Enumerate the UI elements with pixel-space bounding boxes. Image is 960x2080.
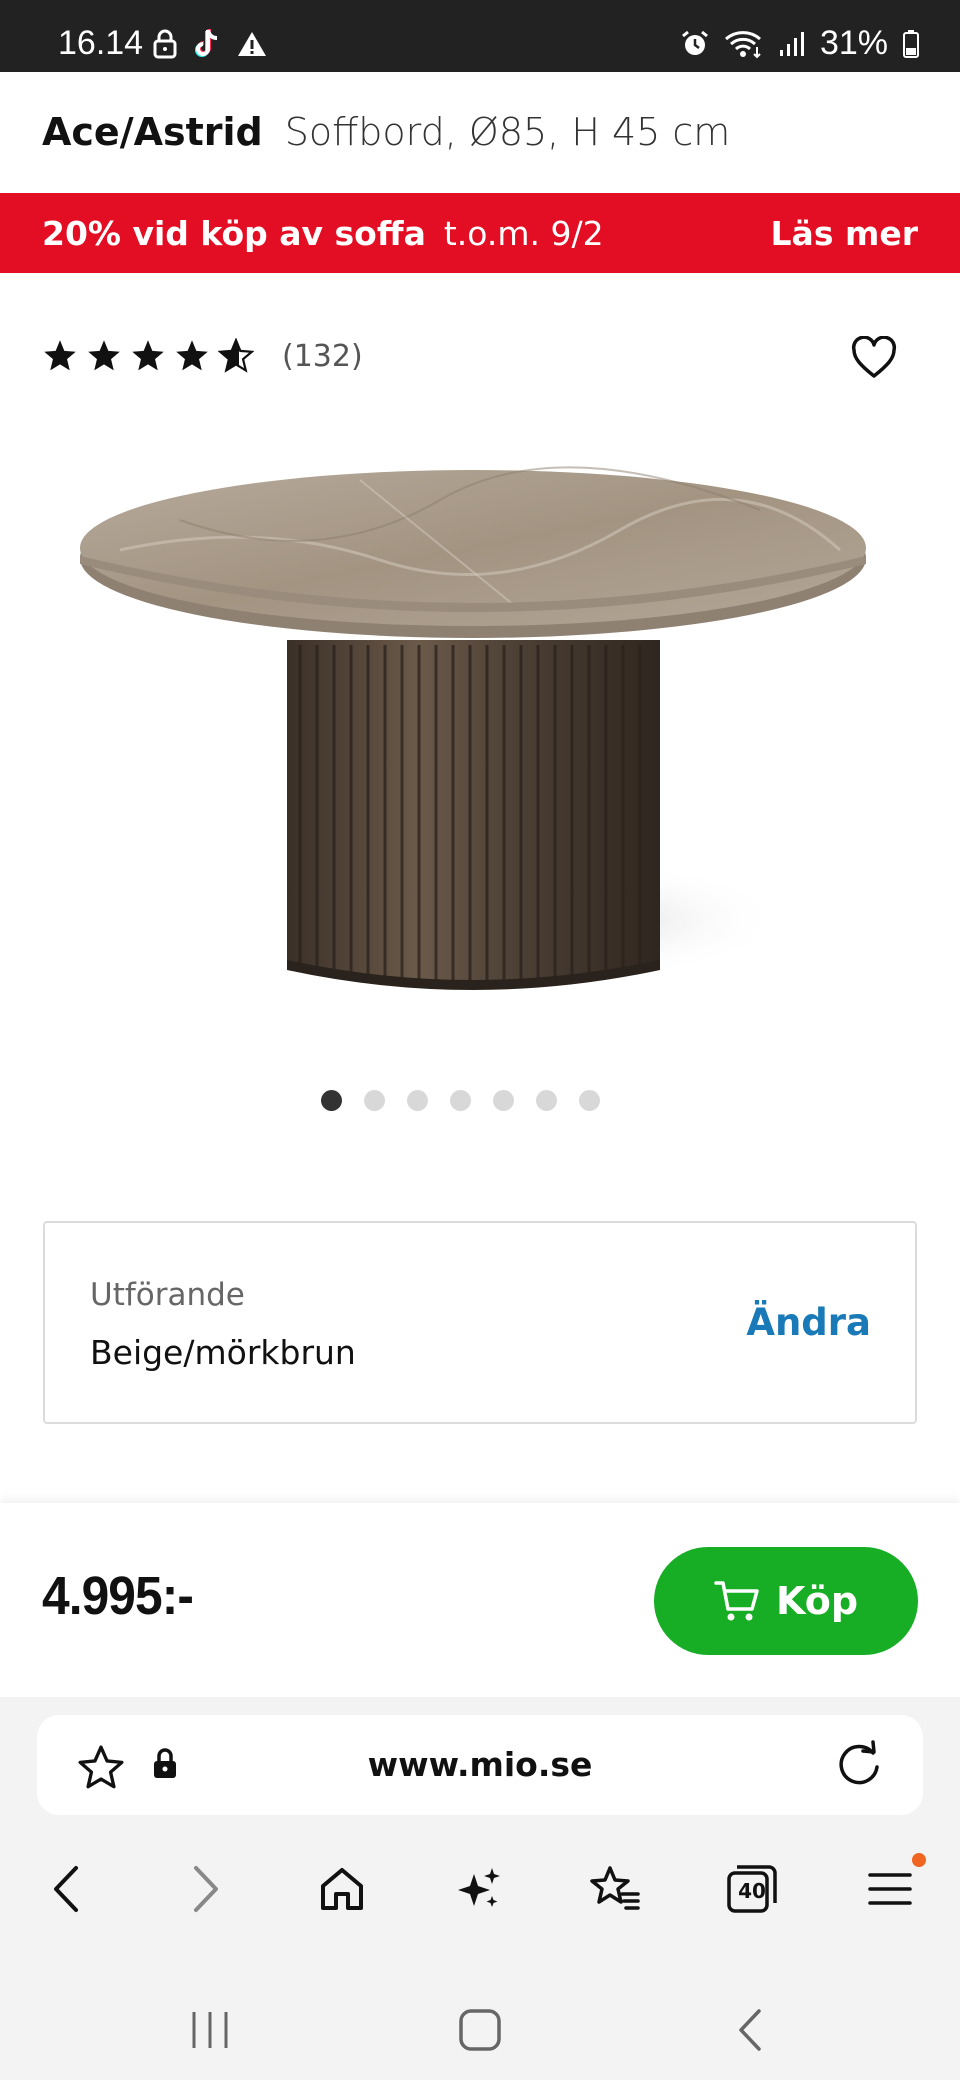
recent-apps-button[interactable] <box>180 2000 240 2060</box>
battery-percent: 31% <box>819 24 888 62</box>
cart-icon <box>714 1581 759 1621</box>
star-full-icon <box>88 340 120 371</box>
browser-chrome: www.mio.se 40 <box>0 1697 960 2080</box>
carousel-dot[interactable] <box>535 1090 557 1111</box>
image-carousel-dots <box>0 1090 960 1111</box>
bookmarks-icon <box>590 1866 640 1910</box>
status-time: 16.14 <box>58 24 144 62</box>
wishlist-button[interactable] <box>850 335 898 380</box>
carousel-dot[interactable] <box>320 1090 342 1111</box>
signal-icon <box>779 31 804 56</box>
buy-label: Köp <box>775 1579 859 1623</box>
buy-button[interactable]: Köp <box>654 1547 918 1655</box>
sparkle-icon <box>458 1868 500 1907</box>
forward-button[interactable] <box>176 1859 236 1919</box>
carousel-dot[interactable] <box>406 1090 428 1111</box>
home-system-button[interactable] <box>450 2000 510 2060</box>
star-full-icon <box>176 340 208 371</box>
review-count[interactable]: (132) <box>282 339 363 374</box>
star-half-icon <box>218 338 254 373</box>
carousel-dot[interactable] <box>363 1090 385 1111</box>
purchase-bar: 4.995:- Köp <box>0 1503 960 1697</box>
star-full-icon <box>44 340 76 371</box>
battery-icon <box>903 29 919 58</box>
home-square-icon <box>459 2009 501 2051</box>
promo-date: t.o.m. 9/2 <box>443 213 604 253</box>
status-right: 31% <box>680 24 920 63</box>
menu-button[interactable] <box>860 1853 926 1919</box>
promo-read-more-link[interactable]: Läs mer <box>771 214 918 253</box>
coffee-table-image <box>80 466 866 990</box>
status-bar: 16.14 31% <box>0 0 960 72</box>
wifi-icon <box>724 30 761 58</box>
price: 4.995:- <box>42 1566 194 1626</box>
recent-apps-icon <box>192 2012 228 2048</box>
ai-assistant-button[interactable] <box>449 1859 509 1919</box>
star-full-icon <box>132 340 164 371</box>
promo-banner[interactable]: 20% vid köp av soffa t.o.m. 9/2 Läs mer <box>0 193 960 273</box>
reload-icon[interactable] <box>833 1739 885 1791</box>
tiktok-icon <box>195 29 218 57</box>
status-left-icons <box>152 28 268 60</box>
system-nav-bar <box>0 1980 960 2080</box>
variant-value: Beige/mörkbrun <box>90 1333 356 1372</box>
product-name: Soffbord, Ø85, H 45 cm <box>284 110 731 154</box>
heart-icon <box>851 335 897 378</box>
bookmarks-button[interactable] <box>585 1859 645 1919</box>
variant-selector[interactable]: Utförande Beige/mörkbrun Ändra <box>43 1221 917 1424</box>
carousel-dot[interactable] <box>449 1090 471 1111</box>
product-image[interactable] <box>60 440 900 1020</box>
alarm-icon <box>682 30 708 55</box>
promo-text: 20% vid köp av soffa <box>42 213 426 253</box>
forward-icon <box>194 1866 218 1912</box>
warning-icon <box>238 32 266 56</box>
home-icon <box>321 1868 363 1910</box>
back-button[interactable] <box>36 1859 96 1919</box>
rating-row[interactable]: (132) <box>42 338 363 374</box>
system-back-icon <box>739 2009 761 2051</box>
home-button[interactable] <box>312 1859 372 1919</box>
back-icon <box>54 1866 78 1912</box>
rating-stars <box>42 338 254 374</box>
notification-dot <box>912 1853 926 1867</box>
variant-label: Utförande <box>90 1277 245 1313</box>
product-header: Ace/Astrid Soffbord, Ø85, H 45 cm <box>42 110 730 154</box>
change-variant-button[interactable]: Ändra <box>746 1301 871 1344</box>
lock-icon <box>153 29 177 59</box>
menu-icon <box>868 1873 912 1905</box>
url-bar[interactable]: www.mio.se <box>37 1715 923 1815</box>
system-back-button[interactable] <box>720 2000 780 2060</box>
tab-count: 40 <box>738 1879 766 1903</box>
carousel-dots-inner <box>320 1090 600 1111</box>
carousel-dot[interactable] <box>492 1090 514 1111</box>
carousel-dot[interactable] <box>578 1090 600 1111</box>
product-brand: Ace/Astrid <box>42 110 263 154</box>
tabs-button[interactable]: 40 <box>722 1859 782 1919</box>
url-text[interactable]: www.mio.se <box>37 1745 923 1784</box>
browser-nav-bar: 40 <box>0 1849 960 1929</box>
